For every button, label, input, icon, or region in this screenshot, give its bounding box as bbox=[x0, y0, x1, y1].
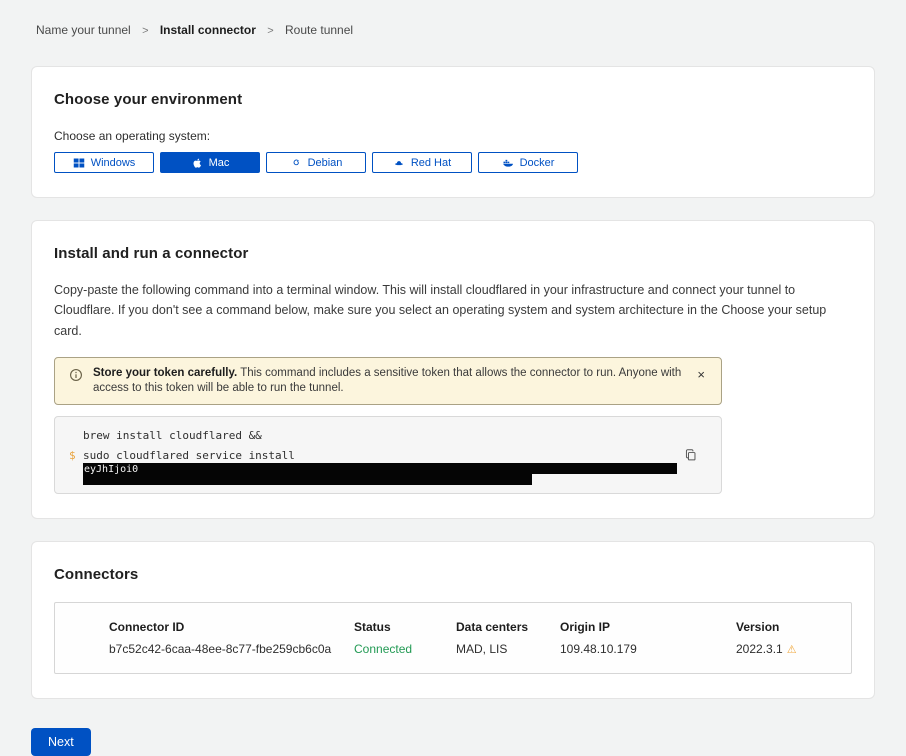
code-line: $sudo cloudflared service install bbox=[69, 448, 681, 463]
data-centers-cell: MAD, LIS bbox=[456, 642, 560, 656]
column-header-data-centers: Data centers bbox=[456, 620, 560, 634]
next-button[interactable]: Next bbox=[31, 728, 91, 756]
token-warning-banner: Store your token carefully. This command… bbox=[54, 357, 722, 405]
install-command-code-block: brew install cloudflared && $sudo cloudf… bbox=[54, 416, 722, 494]
code-text: sudo cloudflared service install bbox=[83, 448, 295, 463]
os-button-docker[interactable]: Docker bbox=[478, 152, 578, 173]
column-header-version: Version bbox=[736, 620, 841, 634]
breadcrumb-install-connector[interactable]: Install connector bbox=[160, 23, 256, 37]
os-button-redhat[interactable]: Red Hat bbox=[372, 152, 472, 173]
token-warning-bold: Store your token carefully. bbox=[93, 367, 237, 379]
copy-icon[interactable] bbox=[682, 446, 699, 463]
code-line: eyJhIjoi0 bbox=[69, 463, 681, 474]
redacted-token-bar: eyJhIjoi0 bbox=[83, 463, 677, 474]
version-cell: 2022.3.1⚠ bbox=[736, 642, 841, 656]
table-header-row: Connector ID Status Data centers Origin … bbox=[109, 620, 841, 634]
os-button-group: Windows Mac Debian Red Hat bbox=[54, 152, 852, 173]
debian-icon bbox=[290, 157, 302, 169]
breadcrumb: Name your tunnel > Install connector > R… bbox=[0, 0, 906, 37]
install-connector-title: Install and run a connector bbox=[54, 245, 852, 262]
os-button-windows[interactable]: Windows bbox=[54, 152, 154, 173]
column-header-status: Status bbox=[354, 620, 456, 634]
code-text: brew install cloudflared && bbox=[83, 428, 268, 443]
connectors-table: Connector ID Status Data centers Origin … bbox=[54, 602, 852, 674]
os-button-label: Windows bbox=[91, 157, 136, 169]
docker-icon bbox=[502, 157, 514, 169]
status-badge: Connected bbox=[354, 642, 456, 656]
origin-ip-cell: 109.48.10.179 bbox=[560, 642, 736, 656]
install-connector-card: Install and run a connector Copy-paste t… bbox=[31, 220, 875, 519]
column-header-origin-ip: Origin IP bbox=[560, 620, 736, 634]
warning-icon: ⚠ bbox=[787, 644, 797, 656]
breadcrumb-name-your-tunnel[interactable]: Name your tunnel bbox=[36, 23, 131, 37]
connector-id-cell: b7c52c42-6caa-48ee-8c77-fbe259cb6c0a bbox=[109, 642, 354, 656]
windows-icon bbox=[73, 157, 85, 169]
choose-environment-card: Choose your environment Choose an operat… bbox=[31, 66, 875, 198]
os-button-label: Mac bbox=[209, 157, 230, 169]
os-button-label: Docker bbox=[520, 157, 555, 169]
code-line bbox=[69, 474, 681, 485]
redacted-token-bar bbox=[83, 474, 532, 485]
column-header-connector-id: Connector ID bbox=[109, 620, 354, 634]
code-line: brew install cloudflared && bbox=[69, 428, 681, 443]
breadcrumb-separator: > bbox=[142, 25, 148, 37]
os-button-mac[interactable]: Mac bbox=[160, 152, 260, 173]
breadcrumb-separator: > bbox=[267, 25, 273, 37]
os-select-label: Choose an operating system: bbox=[54, 129, 852, 143]
breadcrumb-route-tunnel[interactable]: Route tunnel bbox=[285, 23, 353, 37]
redhat-icon bbox=[393, 157, 405, 169]
apple-icon bbox=[191, 157, 203, 169]
close-icon[interactable]: × bbox=[693, 366, 709, 383]
os-button-label: Red Hat bbox=[411, 157, 451, 169]
choose-environment-title: Choose your environment bbox=[54, 91, 852, 108]
table-row: b7c52c42-6caa-48ee-8c77-fbe259cb6c0a Con… bbox=[109, 642, 841, 656]
token-warning-text: Store your token carefully. This command… bbox=[93, 366, 683, 396]
install-description: Copy-paste the following command into a … bbox=[54, 280, 852, 341]
connectors-title: Connectors bbox=[54, 566, 852, 583]
info-icon bbox=[69, 368, 83, 387]
connectors-card: Connectors Connector ID Status Data cent… bbox=[31, 541, 875, 699]
os-button-label: Debian bbox=[308, 157, 343, 169]
page-content: Choose your environment Choose an operat… bbox=[31, 66, 875, 699]
shell-prompt: $ bbox=[69, 448, 83, 463]
os-button-debian[interactable]: Debian bbox=[266, 152, 366, 173]
